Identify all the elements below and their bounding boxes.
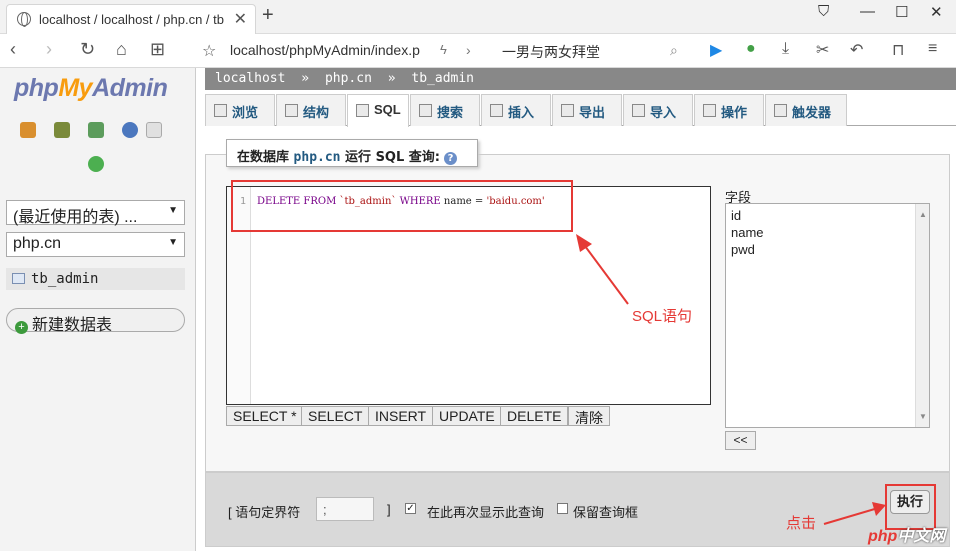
menu-icon[interactable]: ≡: [928, 40, 937, 58]
exit-icon[interactable]: [54, 122, 70, 138]
wrench-icon: [703, 104, 716, 117]
structure-icon: [285, 104, 298, 117]
tab-browse[interactable]: 浏览: [205, 94, 275, 126]
clear-button[interactable]: 清除: [568, 406, 610, 426]
globe-icon: [17, 12, 31, 27]
forward-icon[interactable]: ›: [46, 39, 52, 60]
search-icon: [419, 104, 432, 117]
show-again-label: 在此再次显示此查询: [427, 505, 545, 520]
tab-operations[interactable]: 操作: [694, 94, 764, 126]
back-icon[interactable]: ‹: [10, 39, 16, 60]
delimiter-input[interactable]: ;: [316, 497, 374, 521]
breadcrumb-database[interactable]: php.cn: [325, 71, 372, 86]
browser-tab-title: localhost / localhost / php.cn / tb: [39, 12, 224, 27]
browser-tab-bar: localhost / localhost / php.cn / tb ✕ + …: [0, 0, 956, 34]
sql-arrow: [576, 234, 629, 305]
search-icon[interactable]: ⌕: [670, 42, 678, 59]
tab-export[interactable]: 导出: [552, 94, 622, 126]
phpmyadmin-logo[interactable]: phpMyAdmin: [14, 74, 168, 103]
browser-tab[interactable]: localhost / localhost / php.cn / tb ✕: [6, 4, 256, 34]
browser-nav-bar: ‹ › ↻ ⌂ ⊞ ☆ localhost/phpMyAdmin/index.p…: [0, 34, 956, 68]
delimiter-close: ]: [387, 502, 391, 517]
update-button[interactable]: UPDATE: [432, 406, 502, 426]
help-icon[interactable]: [122, 122, 138, 138]
triggers-icon: [774, 104, 787, 117]
close-tab-icon[interactable]: ✕: [234, 9, 247, 29]
sidebar-table-item[interactable]: tb_admin: [6, 268, 185, 290]
breadcrumb-table[interactable]: tb_admin: [411, 71, 474, 86]
insert-button[interactable]: INSERT: [368, 406, 434, 426]
reload-icon[interactable]: ↻: [80, 39, 95, 60]
tab-structure[interactable]: 结构: [276, 94, 346, 126]
tab-insert[interactable]: 插入: [481, 94, 551, 126]
click-annotation-label: 点击: [786, 515, 817, 532]
select-star-button[interactable]: SELECT *: [226, 406, 304, 426]
home-icon[interactable]: [20, 122, 36, 138]
minimize-icon[interactable]: —: [860, 3, 875, 20]
scroll-up-icon[interactable]: ▲: [919, 206, 927, 223]
docs-icon[interactable]: [146, 122, 162, 138]
database-select[interactable]: php.cn ▼: [6, 232, 185, 257]
refresh-icon[interactable]: [88, 156, 104, 172]
select-button[interactable]: SELECT: [301, 406, 370, 426]
help-icon[interactable]: ?: [444, 152, 457, 165]
retain-query-label: 保留查询框: [573, 505, 639, 520]
table-icon: [12, 273, 25, 284]
wechat-icon[interactable]: ●: [746, 40, 756, 58]
fields-list[interactable]: id name pwd ▲ ▼: [725, 203, 930, 428]
main-tabs: 浏览 结构 SQL 搜索 插入 导出 导入 操作 触发器: [205, 94, 956, 127]
chevron-right-icon[interactable]: ›: [466, 42, 471, 58]
new-table-button[interactable]: + 新建数据表: [6, 308, 185, 334]
fields-scrollbar[interactable]: ▲ ▼: [915, 204, 929, 427]
search-box[interactable]: 一男与两女拜堂: [502, 42, 600, 62]
delete-button[interactable]: DELETE: [500, 406, 569, 426]
reader-icon[interactable]: ⊞: [150, 39, 165, 60]
tab-triggers[interactable]: 触发器: [765, 94, 847, 126]
tab-sql[interactable]: SQL: [347, 94, 409, 127]
watermark: php中文网: [868, 528, 946, 545]
insert-icon: [490, 104, 503, 117]
recent-tables-select[interactable]: (最近使用的表) ... ▼: [6, 200, 185, 226]
sql-highlight-box: [231, 180, 573, 232]
tab-search[interactable]: 搜索: [410, 94, 480, 126]
field-item[interactable]: pwd: [731, 241, 924, 258]
bag-icon[interactable]: ⊓: [892, 40, 904, 60]
new-tab-icon[interactable]: +: [262, 4, 274, 27]
retain-query-checkbox[interactable]: [557, 503, 568, 514]
breadcrumb-server[interactable]: localhost: [215, 71, 285, 86]
query-legend: 在数据库 php.cn 运行 SQL 查询:?: [226, 139, 478, 167]
field-item[interactable]: id: [731, 207, 924, 224]
address-bar[interactable]: localhost/phpMyAdmin/index.p: [230, 42, 420, 58]
undo-icon[interactable]: ↶: [850, 40, 863, 60]
scroll-down-icon[interactable]: ▼: [919, 408, 927, 425]
delimiter-label: [ 语句定界符: [228, 505, 301, 520]
play-icon[interactable]: ▶: [710, 40, 722, 60]
query-window-icon[interactable]: [88, 122, 104, 138]
star-icon[interactable]: ☆: [202, 41, 216, 61]
window-close-icon[interactable]: ✕: [930, 3, 943, 21]
maximize-icon[interactable]: ☐: [895, 3, 908, 21]
sidebar: phpMyAdmin (最近使用的表) ... ▼ php.cn ▼ tb_admi…: [0, 68, 196, 551]
sql-icon: [356, 104, 369, 117]
insert-field-button[interactable]: <<: [725, 431, 756, 450]
show-again-checkbox[interactable]: ✓: [405, 503, 416, 514]
home-icon[interactable]: ⌂: [116, 39, 127, 60]
scissors-icon[interactable]: ✂: [816, 40, 829, 60]
browse-icon: [214, 104, 227, 117]
import-icon: [632, 104, 645, 117]
breadcrumb: localhost » php.cn » tb_admin: [205, 68, 956, 90]
plus-icon: +: [15, 321, 28, 334]
sql-annotation-label: SQL语句: [632, 308, 693, 325]
chevron-down-icon: ▼: [168, 237, 178, 248]
chevron-down-icon: ▼: [168, 205, 178, 216]
field-item[interactable]: name: [731, 224, 924, 241]
shirt-icon[interactable]: ⛉: [818, 3, 829, 20]
tab-import[interactable]: 导入: [623, 94, 693, 126]
export-icon: [561, 104, 574, 117]
lightning-icon[interactable]: ϟ: [440, 42, 447, 57]
download-icon[interactable]: ⤓: [782, 40, 789, 58]
